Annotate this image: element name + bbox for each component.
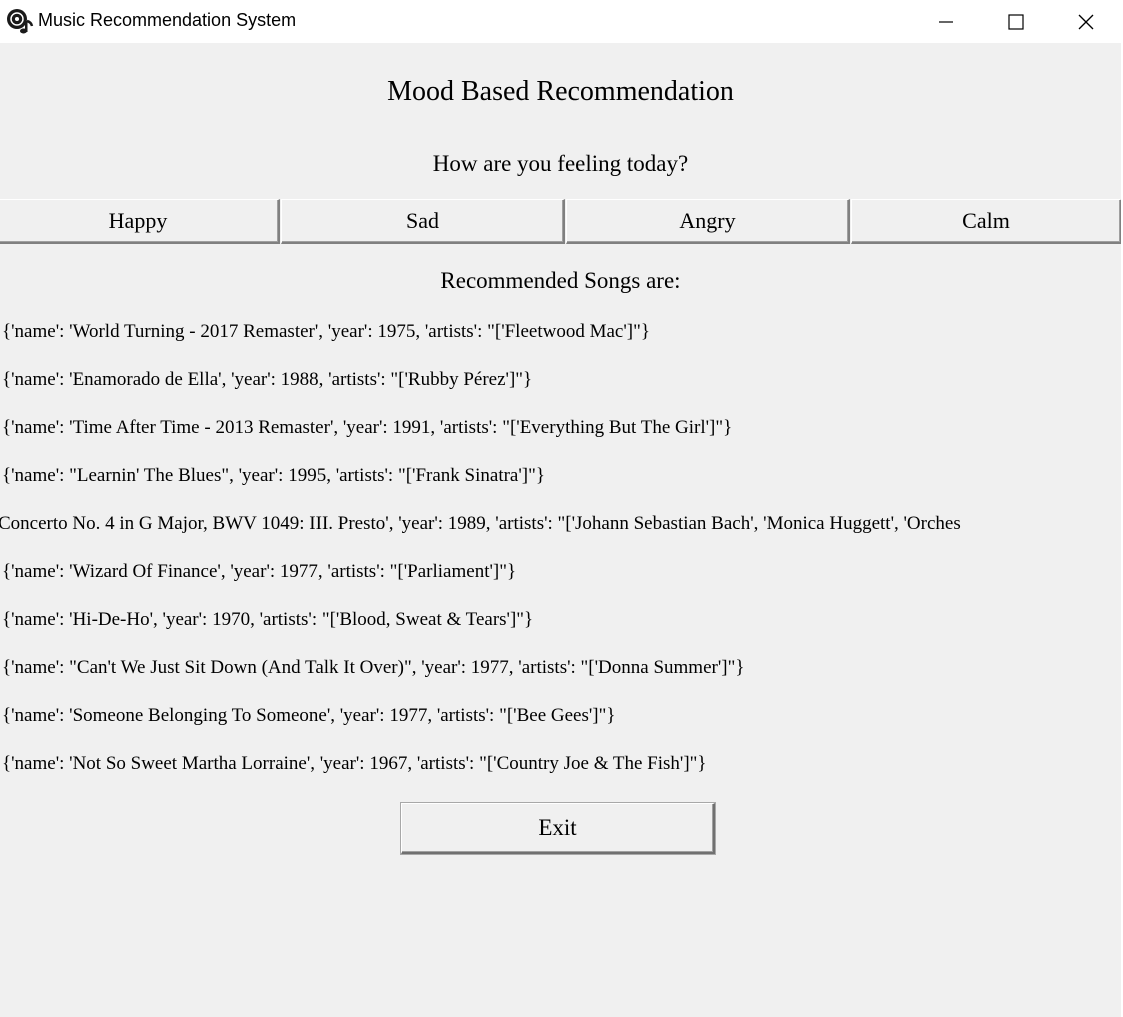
- song-item: {'name': 'Enamorado de Ella', 'year': 19…: [2, 369, 533, 390]
- sad-button[interactable]: Sad: [281, 199, 565, 244]
- song-item: {'name': 'Someone Belonging To Someone',…: [2, 705, 616, 726]
- title-bar[interactable]: Music Recommendation System: [0, 0, 1121, 43]
- song-item: {'name': 'Not So Sweet Martha Lorraine',…: [2, 753, 707, 774]
- exit-button[interactable]: Exit: [401, 803, 715, 854]
- happy-button[interactable]: Happy: [0, 199, 280, 244]
- song-item: {'name': 'Time After Time - 2013 Remaste…: [2, 417, 733, 438]
- song-item: {'name': 'Hi-De-Ho', 'year': 1970, 'arti…: [2, 609, 534, 630]
- mood-question: How are you feeling today?: [432, 151, 689, 176]
- page-title: Mood Based Recommendation: [387, 76, 734, 107]
- close-icon[interactable]: [1063, 0, 1109, 43]
- calm-button[interactable]: Calm: [851, 199, 1121, 244]
- song-item: {'name': "Can't We Just Sit Down (And Ta…: [2, 657, 745, 678]
- minimize-icon[interactable]: [923, 0, 969, 43]
- song-item: {'name': 'World Turning - 2017 Remaster'…: [2, 321, 650, 342]
- song-item: {'name': "Learnin' The Blues", 'year': 1…: [2, 465, 545, 486]
- angry-button[interactable]: Angry: [566, 199, 850, 244]
- app-window: Music Recommendation System Mood Based R…: [0, 0, 1123, 1017]
- recommended-songs-title: Recommended Songs are:: [440, 268, 681, 293]
- music-disc-icon: [6, 8, 34, 34]
- song-item: {'name': 'Wizard Of Finance', 'year': 19…: [2, 561, 517, 582]
- song-item: Concerto No. 4 in G Major, BWV 1049: III…: [0, 513, 961, 534]
- maximize-icon[interactable]: [993, 0, 1039, 43]
- window-title: Music Recommendation System: [38, 10, 297, 30]
